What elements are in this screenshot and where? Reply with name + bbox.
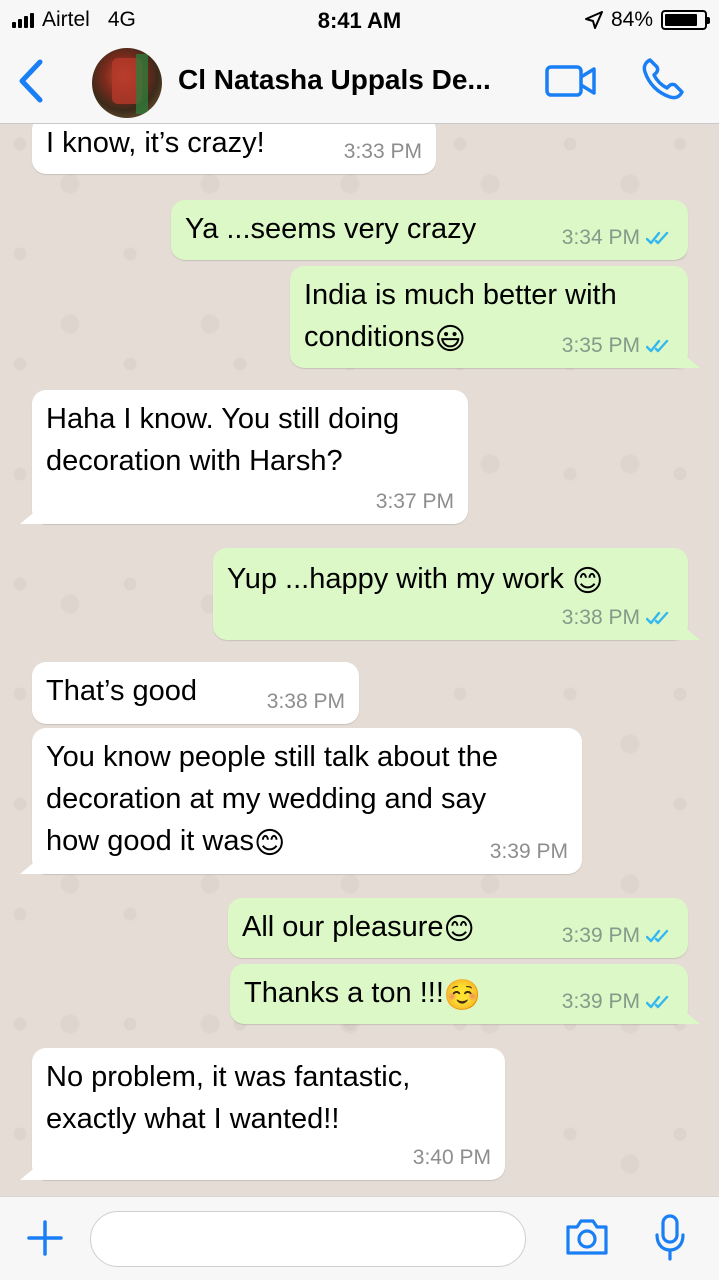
chat-area[interactable]: I know, it’s crazy! 3:33 PM Ya ...seems … <box>0 124 719 1196</box>
double-check-icon <box>646 231 669 245</box>
message-meta: 3:33 PM <box>344 140 422 164</box>
message-time: 3:38 PM <box>266 690 345 713</box>
double-check-icon <box>646 339 669 353</box>
message-text-line: India is much better with <box>304 279 617 311</box>
message-meta: 3:34 PM <box>562 226 674 250</box>
message-time: 3:37 PM <box>375 490 454 513</box>
battery-icon <box>661 10 710 30</box>
status-right: 84% <box>584 8 710 32</box>
message-time: 3:34 PM <box>561 226 640 249</box>
plus-icon[interactable] <box>26 1219 64 1257</box>
message-bubble-outgoing[interactable]: Ya ...seems very crazy 3:34 PM <box>171 200 688 260</box>
phone-icon[interactable] <box>640 56 686 102</box>
message-text-line: how good it was <box>46 825 254 857</box>
message-text: No problem, it was fantastic, exactly wh… <box>46 1048 491 1140</box>
smiling-face-icon: 😊 <box>443 913 475 946</box>
message-bubble-incoming[interactable]: Haha I know. You still doing decoration … <box>32 390 468 524</box>
relieved-smiling-face-icon: ☺️ <box>443 979 482 1012</box>
message-text-line: You know people still talk about the <box>46 741 498 773</box>
message-meta: 3:38 PM <box>562 606 674 630</box>
message-bubble-incoming[interactable]: I know, it’s crazy! 3:33 PM <box>32 124 436 174</box>
message-bubble-outgoing[interactable]: India is much better with conditions😃 3:… <box>290 266 688 368</box>
message-meta: 3:37 PM <box>376 490 454 514</box>
message-input-bar <box>0 1196 719 1280</box>
message-meta: 3:39 PM <box>562 924 674 948</box>
message-text-line: Yup ...happy with my work <box>227 563 572 595</box>
chevron-left-icon[interactable] <box>14 58 48 104</box>
chat-header: Cl Natasha Uppals De... <box>0 40 719 124</box>
message-text-line: No problem, it was fantastic, <box>46 1061 411 1093</box>
message-bubble-outgoing[interactable]: All our pleasure😊 3:39 PM <box>228 898 688 958</box>
status-bar: Airtel 4G 8:41 AM 84% <box>0 0 719 40</box>
message-text-line: exactly what I wanted!! <box>46 1103 340 1135</box>
double-check-icon <box>646 995 669 1009</box>
message-time: 3:38 PM <box>561 606 640 629</box>
message-bubble-outgoing[interactable]: Thanks a ton !!!☺️ 3:39 PM <box>230 964 688 1024</box>
message-bubble-incoming[interactable]: You know people still talk about the dec… <box>32 728 582 874</box>
battery-fill <box>665 14 697 26</box>
grinning-face-icon: 😃 <box>434 323 466 356</box>
message-text-line: Thanks a ton !!! <box>244 977 444 1009</box>
smiling-face-icon: 😊 <box>253 827 286 860</box>
message-text: Haha I know. You still doing decoration … <box>46 390 454 482</box>
message-text-line: conditions <box>304 321 435 353</box>
message-meta: 3:40 PM <box>413 1146 491 1170</box>
message-time: 3:39 PM <box>561 924 640 947</box>
battery-percent: 84% <box>610 8 653 31</box>
message-time: 3:35 PM <box>561 334 640 357</box>
message-bubble-outgoing[interactable]: Yup ...happy with my work 😊 3:38 PM <box>213 548 688 640</box>
message-meta: 3:35 PM <box>562 334 674 358</box>
message-meta: 3:39 PM <box>490 840 568 864</box>
message-time: 3:39 PM <box>489 840 568 863</box>
message-text-line: All our pleasure <box>242 911 444 943</box>
double-check-icon <box>646 611 669 625</box>
video-camera-icon[interactable] <box>545 64 597 98</box>
message-text-line: decoration at my wedding and say <box>46 783 487 815</box>
message-time: 3:33 PM <box>343 140 422 163</box>
double-check-icon <box>646 929 669 943</box>
message-meta: 3:39 PM <box>562 990 674 1014</box>
message-text-line: Haha I know. You still doing <box>46 403 400 435</box>
microphone-icon[interactable] <box>652 1213 688 1263</box>
smiling-face-icon: 😊 <box>571 565 604 598</box>
message-time: 3:39 PM <box>561 990 640 1013</box>
message-text: Yup ...happy with my work 😊 <box>227 548 674 600</box>
avatar[interactable] <box>92 48 162 118</box>
message-bubble-incoming[interactable]: No problem, it was fantastic, exactly wh… <box>32 1048 505 1180</box>
contact-name[interactable]: Cl Natasha Uppals De... <box>178 64 528 96</box>
message-meta: 3:38 PM <box>267 690 345 714</box>
message-input[interactable] <box>90 1211 526 1267</box>
message-time: 3:40 PM <box>412 1146 491 1169</box>
message-bubble-incoming[interactable]: That’s good 3:38 PM <box>32 662 359 724</box>
message-text-line: decoration with Harsh? <box>46 445 343 477</box>
location-arrow-icon <box>584 11 603 29</box>
camera-icon[interactable] <box>564 1217 610 1257</box>
